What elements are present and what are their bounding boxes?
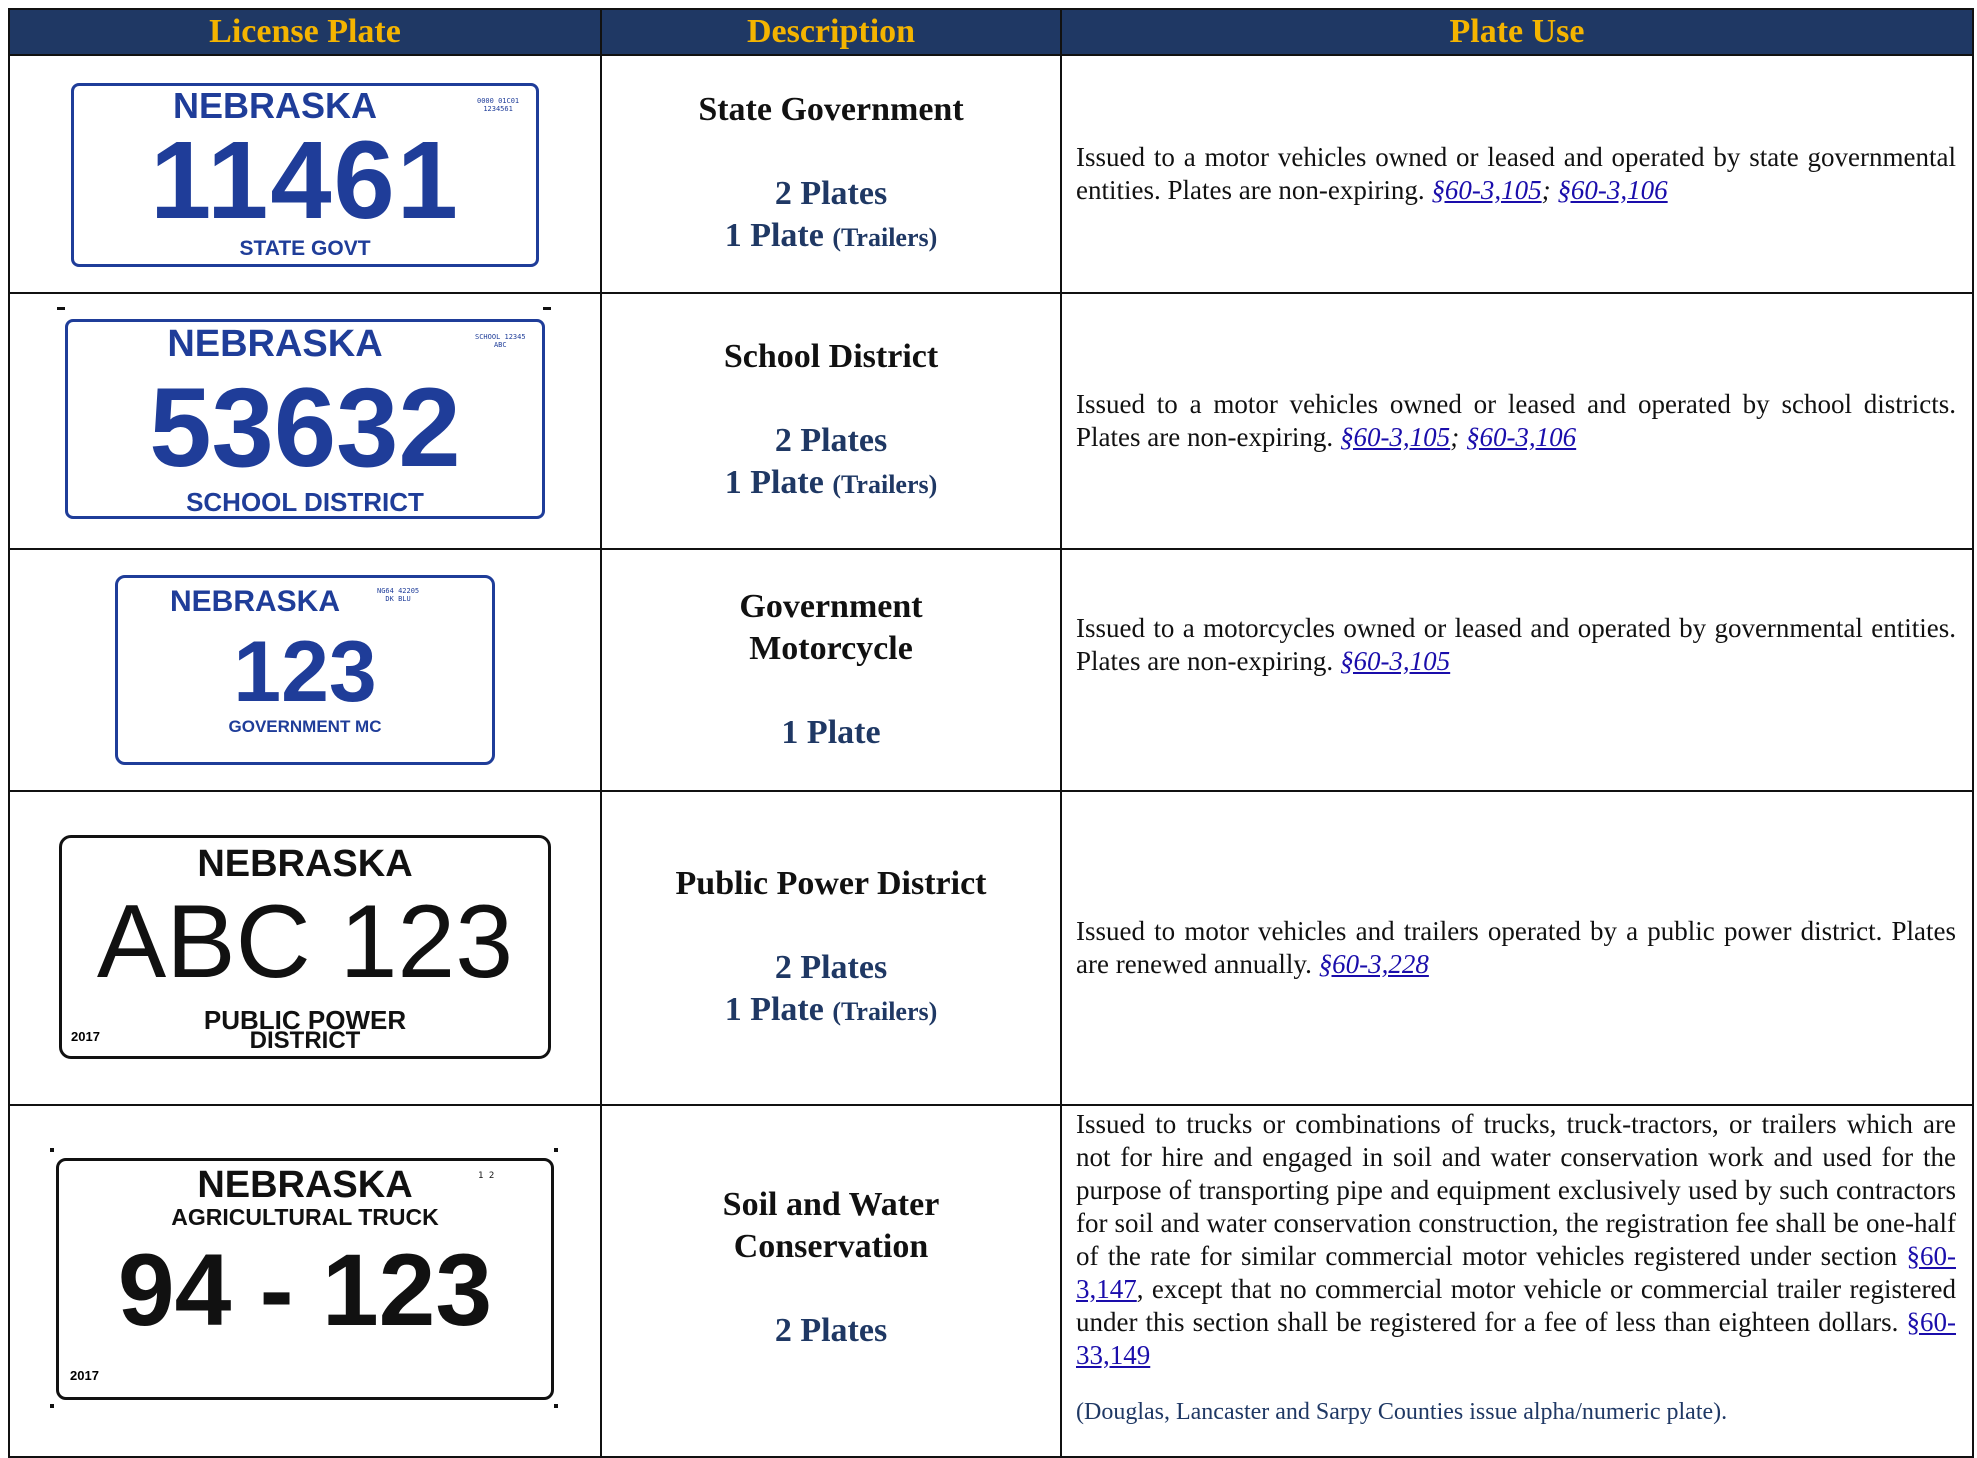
plate-type-label-line2: DISTRICT bbox=[249, 1026, 361, 1054]
plate-number: ABC 123 bbox=[96, 883, 514, 1000]
plate-use-cell: Issued to a motor vehicles owned or leas… bbox=[1060, 54, 1974, 294]
header-row: License Plate Description Plate Use bbox=[8, 8, 1974, 56]
plate-sticker-code: NG64 42205 DK BLU bbox=[377, 586, 420, 603]
description-title-line2: Motorcycle bbox=[749, 630, 913, 667]
plate-sticker-code: SCHOOL 12345 ABC bbox=[475, 332, 526, 349]
plate-use-text: Issued to a motorcycles owned or leased … bbox=[1076, 613, 1956, 676]
trailer-plate-count: 1 Plate (Trailers) bbox=[724, 464, 938, 501]
description-title-line1: Government bbox=[739, 588, 923, 625]
statute-link[interactable]: §60-3,106 bbox=[1557, 175, 1667, 205]
trailer-plate-count: 1 Plate (Trailers) bbox=[724, 217, 938, 254]
description-title: School District bbox=[723, 338, 939, 375]
description-cell: School District 2 Plates 1 Plate (Traile… bbox=[600, 292, 1062, 550]
table-row: NEBRASKA 0000 01C01 1234561 11461 STATE G… bbox=[8, 54, 1974, 294]
table-row: NEBRASKA SCHOOL 12345 ABC 53632 SCHOOL DI… bbox=[8, 292, 1974, 550]
description-title: State Government bbox=[698, 91, 964, 128]
plate-number: 123 bbox=[233, 623, 377, 720]
plate-count: 2 Plates bbox=[774, 175, 888, 212]
plate-number: 11461 bbox=[150, 118, 460, 242]
statute-link[interactable]: §60-3,105 bbox=[1431, 175, 1541, 205]
header-plate-use: Plate Use bbox=[1060, 8, 1974, 56]
plate-state-name: NEBRASKA bbox=[169, 584, 340, 618]
plate-cell: NEBRASKA ABC 123 PUBLIC POWER DISTRICT 2… bbox=[8, 790, 602, 1106]
plate-use-text-continued: , except that no commercial motor vehicl… bbox=[1076, 1274, 1956, 1337]
statute-link[interactable]: §60-3,105 bbox=[1340, 422, 1450, 452]
plate-number: 53632 bbox=[149, 364, 461, 490]
plate-image-school-district: NEBRASKA SCHOOL 12345 ABC 53632 SCHOOL DI… bbox=[55, 298, 555, 539]
plate-type-label: GOVERNMENT MC bbox=[228, 716, 382, 736]
plate-year: 2017 bbox=[70, 1367, 99, 1383]
plate-registration-marks: 1 2 bbox=[478, 1170, 495, 1181]
plate-image-agricultural-truck: NEBRASKA 1 2 AGRICULTURAL TRUCK 94 - 123… bbox=[50, 1143, 560, 1414]
plate-type-label: SCHOOL DISTRICT bbox=[186, 486, 424, 517]
statute-link[interactable]: §60-3,228 bbox=[1319, 949, 1429, 979]
plate-sticker-code: 0000 01C01 1234561 bbox=[477, 96, 520, 113]
description-cell: Public Power District 2 Plates 1 Plate (… bbox=[600, 790, 1062, 1106]
statute-link[interactable]: §60-3,105 bbox=[1340, 646, 1450, 676]
plate-number: 94 - 123 bbox=[117, 1232, 493, 1347]
trailer-plate-count: 1 Plate (Trailers) bbox=[724, 991, 938, 1028]
description-cell: State Government 2 Plates 1 Plate (Trail… bbox=[600, 54, 1062, 294]
license-plate-table: License Plate Description Plate Use NEBR… bbox=[8, 8, 1974, 1458]
header-description: Description bbox=[600, 8, 1062, 56]
plate-image-state-govt: NEBRASKA 0000 01C01 1234561 11461 STATE G… bbox=[65, 66, 545, 277]
plate-year: 2017 bbox=[71, 1028, 100, 1044]
plate-use-cell: Issued to a motorcycles owned or leased … bbox=[1060, 548, 1974, 792]
plate-subtitle: AGRICULTURAL TRUCK bbox=[171, 1203, 439, 1230]
plate-use-cell: Issued to trucks or combinations of truc… bbox=[1060, 1104, 1974, 1458]
header-license-plate: License Plate bbox=[8, 8, 602, 56]
plate-cell: NEBRASKA NG64 42205 DK BLU 123 GOVERNMENT… bbox=[8, 548, 602, 792]
plate-use-text: Issued to motor vehicles and trailers op… bbox=[1076, 916, 1956, 979]
plate-use-cell: Issued to motor vehicles and trailers op… bbox=[1060, 790, 1974, 1106]
plate-cell: NEBRASKA SCHOOL 12345 ABC 53632 SCHOOL DI… bbox=[8, 292, 602, 550]
plate-state-name: NEBRASKA bbox=[197, 842, 413, 885]
table-row: NEBRASKA NG64 42205 DK BLU 123 GOVERNMENT… bbox=[8, 548, 1974, 792]
county-note: (Douglas, Lancaster and Sarpy Counties i… bbox=[1076, 1399, 1728, 1425]
statute-link[interactable]: §60-3,106 bbox=[1466, 422, 1576, 452]
plate-use-text: Issued to trucks or combinations of truc… bbox=[1076, 1109, 1956, 1271]
plate-cell: NEBRASKA 0000 01C01 1234561 11461 STATE G… bbox=[8, 54, 602, 294]
description-cell: Soil and Water Conservation 2 Plates bbox=[600, 1104, 1062, 1458]
plate-image-public-power: NEBRASKA ABC 123 PUBLIC POWER DISTRICT 2… bbox=[55, 820, 555, 1071]
plate-image-government-mc: NEBRASKA NG64 42205 DK BLU 123 GOVERNMENT… bbox=[105, 562, 505, 773]
description-title-line2: Conservation bbox=[733, 1228, 929, 1265]
table-row: NEBRASKA ABC 123 PUBLIC POWER DISTRICT 2… bbox=[8, 790, 1974, 1106]
description-title: Public Power District bbox=[675, 865, 987, 902]
plate-count: 1 Plate bbox=[781, 714, 881, 751]
plate-type-label: STATE GOVT bbox=[239, 236, 371, 260]
description-title-line1: Soil and Water bbox=[722, 1186, 940, 1223]
plate-count: 2 Plates bbox=[774, 422, 888, 459]
plate-count: 2 Plates bbox=[774, 1312, 888, 1349]
description-cell: Government Motorcycle 1 Plate bbox=[600, 548, 1062, 792]
plate-use-cell: Issued to a motor vehicles owned or leas… bbox=[1060, 292, 1974, 550]
plate-count: 2 Plates bbox=[774, 949, 888, 986]
plate-cell: NEBRASKA 1 2 AGRICULTURAL TRUCK 94 - 123… bbox=[8, 1104, 602, 1458]
table-row: NEBRASKA 1 2 AGRICULTURAL TRUCK 94 - 123… bbox=[8, 1104, 1974, 1458]
plate-state-name: NEBRASKA bbox=[197, 1163, 413, 1206]
